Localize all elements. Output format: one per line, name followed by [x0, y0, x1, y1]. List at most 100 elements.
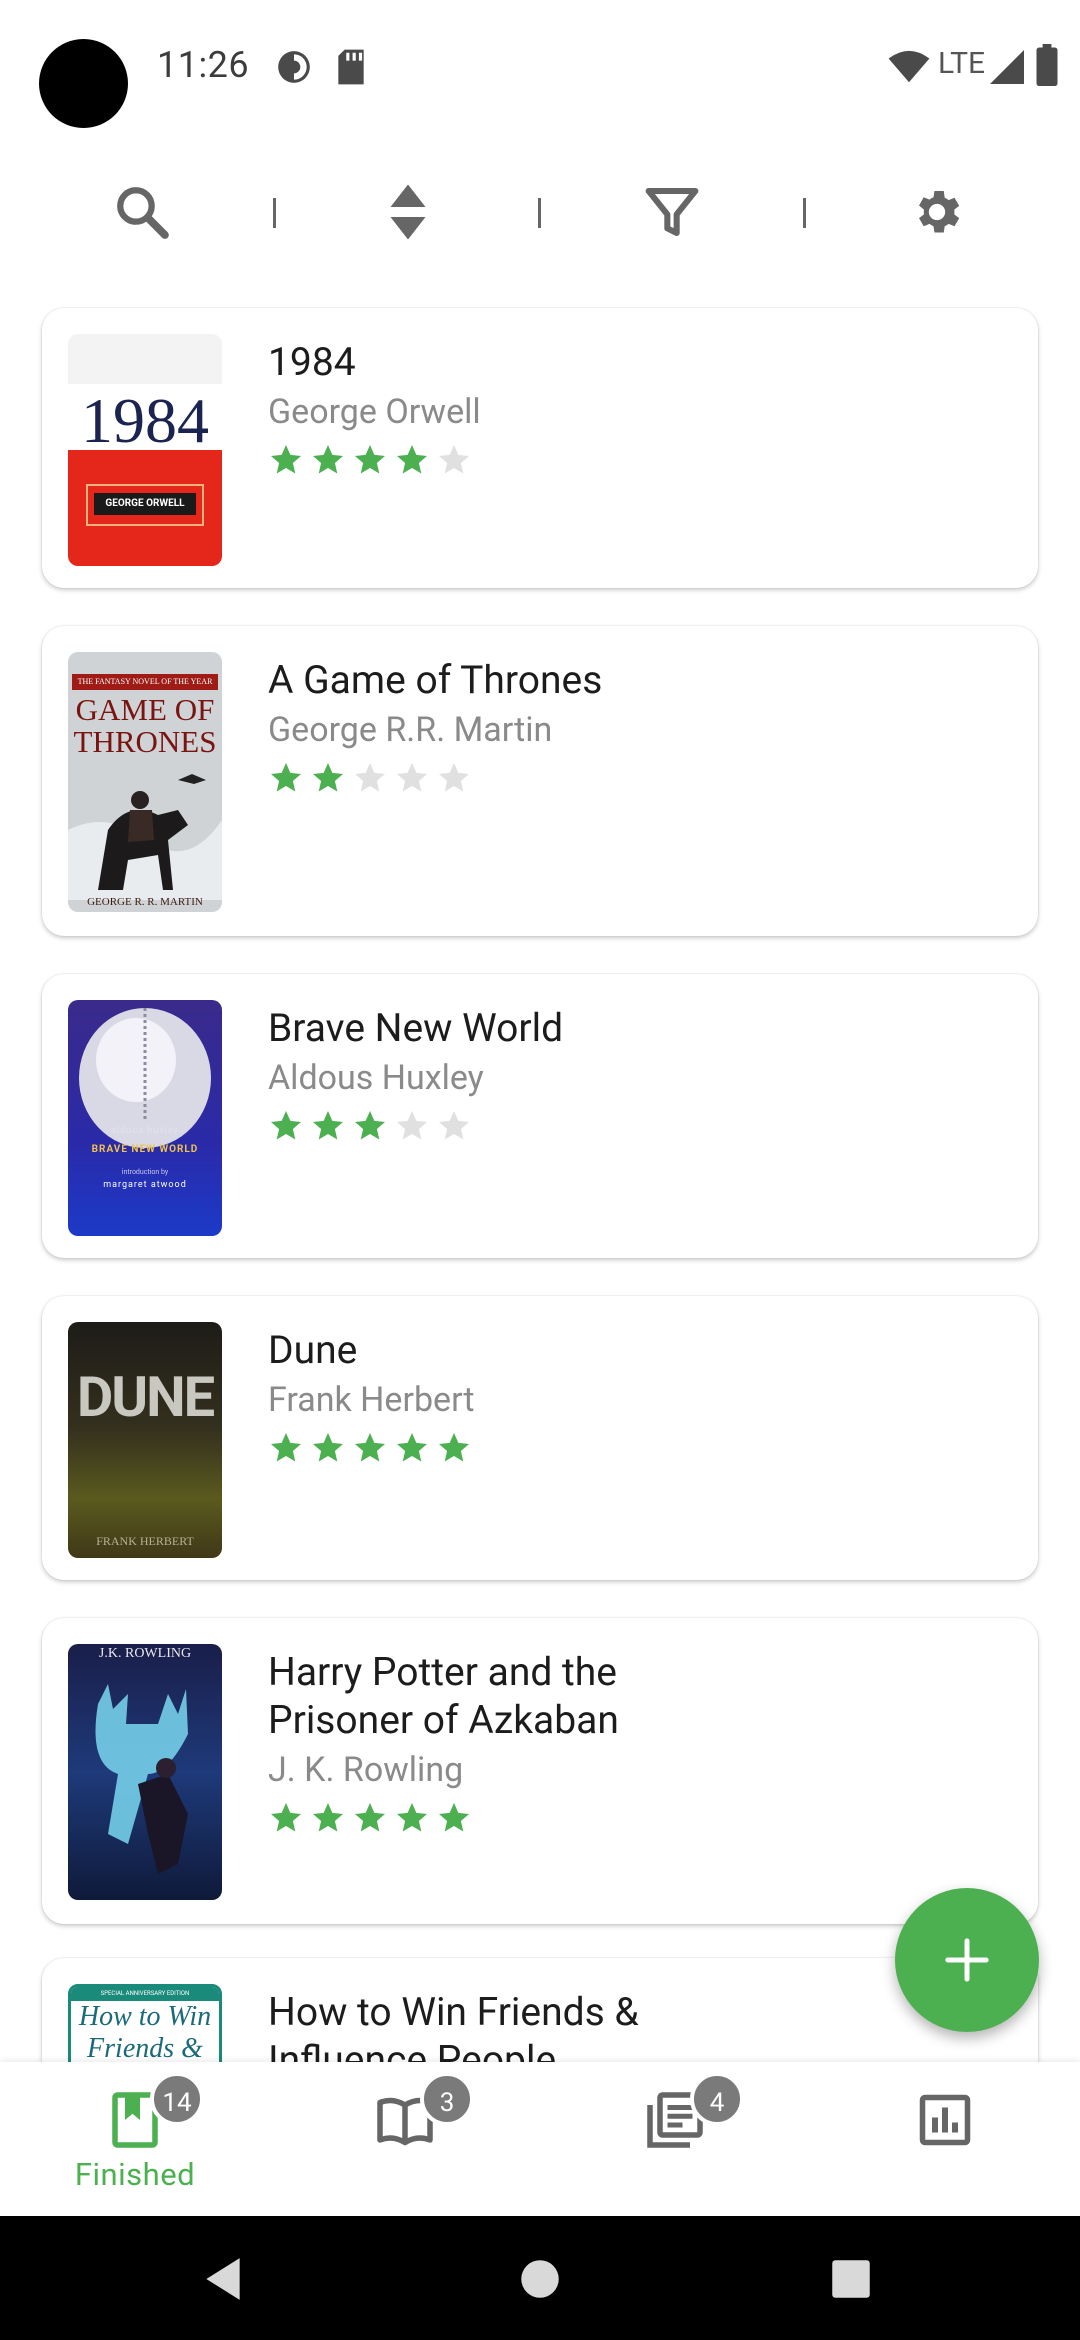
sd-card-icon	[338, 49, 364, 85]
book-author: Aldous Huxley	[268, 1058, 484, 1098]
book-cover: SPECIAL ANNIVERSARY EDITION How to Win F…	[68, 1984, 222, 2062]
star-filled-icon	[355, 1433, 385, 1462]
book-title: Brave New World	[268, 1005, 564, 1051]
plus-icon	[945, 1938, 989, 1982]
star-filled-icon	[271, 1111, 301, 1140]
nav-badge: 4	[690, 2072, 744, 2126]
star-filled-icon	[271, 763, 301, 792]
cover-title: GAME OF	[75, 692, 215, 727]
cover-tag: SPECIAL ANNIVERSARY EDITION	[71, 1987, 219, 2001]
star-filled-icon	[313, 1111, 343, 1140]
book-title: Dune	[268, 1327, 358, 1373]
toolbar	[0, 160, 1080, 264]
star-filled-icon	[271, 1433, 301, 1462]
nav-reading[interactable]: 3	[270, 2062, 540, 2216]
filter-button[interactable]	[640, 180, 704, 244]
book-card[interactable]: aldous huxley BRAVE NEW WORLD introducti…	[42, 974, 1038, 1258]
cover-intro: introduction by	[121, 1168, 169, 1176]
add-book-button[interactable]	[895, 1888, 1039, 2032]
search-button[interactable]	[110, 180, 174, 244]
star-filled-icon	[355, 1111, 385, 1140]
star-filled-icon	[355, 1803, 385, 1832]
home-button[interactable]	[515, 2254, 565, 2304]
nav-stats[interactable]	[810, 2062, 1080, 2216]
star-empty-icon	[397, 763, 427, 792]
signal-icon	[990, 50, 1024, 84]
nav-finished[interactable]: 14 Finished	[0, 2062, 270, 2216]
star-filled-icon	[313, 1433, 343, 1462]
nav-label: Finished	[74, 2156, 196, 2193]
toolbar-divider	[538, 198, 541, 228]
search-icon	[117, 187, 169, 239]
toolbar-divider	[273, 198, 276, 228]
sort-icon	[390, 184, 426, 240]
star-empty-icon	[397, 1111, 427, 1140]
cover-author: GEORGE R. R. MARTIN	[87, 896, 203, 908]
book-card[interactable]: J.K. ROWLING Harry Potter and the Prison…	[42, 1618, 1038, 1924]
settings-icon	[919, 191, 960, 233]
rating-stars	[268, 760, 988, 796]
cover-title: DUNE	[76, 1364, 215, 1430]
network-type: LTE	[938, 46, 986, 81]
star-filled-icon	[271, 445, 301, 474]
rating-stars	[268, 442, 988, 478]
star-filled-icon	[355, 445, 385, 474]
book-title: How to Win Friends & Influence People	[268, 1989, 639, 2062]
star-filled-icon	[439, 1433, 469, 1462]
book-card[interactable]: DUNE FRANK HERBERT Dune Frank Herbert	[42, 1296, 1038, 1580]
book-author: Frank Herbert	[268, 1380, 475, 1420]
star-empty-icon	[439, 445, 469, 474]
system-navigation-bar	[0, 2216, 1080, 2340]
data-saver-icon	[278, 51, 310, 83]
star-filled-icon	[313, 445, 343, 474]
book-title: A Game of Thrones	[268, 657, 603, 703]
cover-title: 1984	[81, 385, 209, 456]
book-author: J. K. Rowling	[268, 1750, 464, 1790]
nav-badge: 14	[150, 2072, 204, 2126]
star-filled-icon	[439, 1803, 469, 1832]
cover-author: GEORGE ORWELL	[94, 493, 196, 515]
filter-icon	[645, 187, 699, 237]
recents-button[interactable]	[826, 2254, 876, 2304]
cover-title: BRAVE NEW WORLD	[91, 1144, 199, 1155]
rating-stars	[268, 1800, 988, 1836]
star-empty-icon	[439, 1111, 469, 1140]
back-button[interactable]	[198, 2254, 248, 2304]
book-card[interactable]: THE FANTASY NOVEL OF THE YEAR GAME OF TH…	[42, 626, 1038, 936]
book-title: 1984	[268, 339, 356, 385]
status-bar: 11:26 LTE	[0, 0, 1080, 140]
book-author: George Orwell	[268, 392, 481, 432]
cover-title: Friends &	[87, 2033, 203, 2062]
rating-stars	[268, 1430, 988, 1466]
status-time: 11:26	[157, 44, 250, 86]
star-filled-icon	[271, 1803, 301, 1832]
star-empty-icon	[355, 763, 385, 792]
book-cover: aldous huxley BRAVE NEW WORLD introducti…	[68, 1000, 222, 1236]
rating-stars	[268, 1108, 988, 1144]
star-filled-icon	[397, 1433, 427, 1462]
cover-title: THRONES	[73, 724, 217, 759]
star-filled-icon	[397, 1803, 427, 1832]
cover-author: aldous huxley	[111, 1126, 179, 1136]
nav-to-read[interactable]: 4	[540, 2062, 810, 2216]
cover-title: How to Win	[78, 2001, 212, 2032]
cover-author: FRANK HERBERT	[96, 1534, 194, 1548]
book-card[interactable]: 1984 GEORGE ORWELL 1984 George Orwell	[42, 308, 1038, 588]
book-cover: THE FANTASY NOVEL OF THE YEAR GAME OF TH…	[68, 652, 222, 912]
book-cover: J.K. ROWLING	[68, 1644, 222, 1900]
sort-button[interactable]	[376, 180, 440, 244]
book-card[interactable]: SPECIAL ANNIVERSARY EDITION How to Win F…	[42, 1958, 1038, 2062]
cover-author: J.K. ROWLING	[98, 1646, 192, 1661]
battery-icon	[1036, 44, 1058, 86]
wifi-icon	[888, 50, 930, 83]
star-empty-icon	[439, 763, 469, 792]
cover-tag: THE FANTASY NOVEL OF THE YEAR	[72, 674, 218, 690]
book-title: Harry Potter and the Prisoner of Azkaban	[268, 1649, 619, 1743]
settings-button[interactable]	[905, 180, 969, 244]
toolbar-divider	[803, 198, 806, 228]
book-list[interactable]: 1984 GEORGE ORWELL 1984 George Orwell TH…	[0, 300, 1080, 2062]
chart-icon	[919, 2094, 971, 2146]
nav-badge: 3	[420, 2072, 474, 2126]
cover-intro: margaret atwood	[103, 1180, 187, 1190]
star-filled-icon	[397, 445, 427, 474]
